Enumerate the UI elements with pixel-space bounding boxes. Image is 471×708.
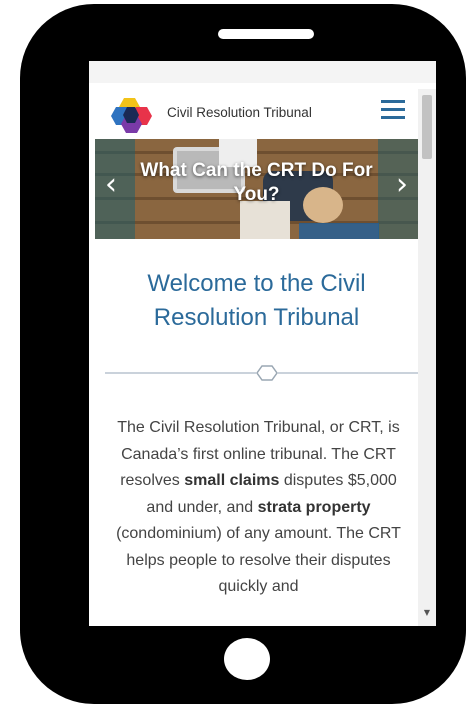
phone-home-button xyxy=(224,638,270,680)
scrollbar-thumb[interactable] xyxy=(422,95,432,159)
phone-frame: Civil Resolution Tribunal What Can the C… xyxy=(20,4,466,704)
phone-speaker xyxy=(218,29,314,39)
chevron-left-icon[interactable]: ‹ xyxy=(101,169,121,201)
browser-top-bar xyxy=(89,61,436,83)
intro-paragraph: The Civil Resolution Tribunal, or CRT, i… xyxy=(109,415,408,601)
menu-line xyxy=(381,108,405,111)
menu-line xyxy=(381,100,405,103)
hamburger-menu-icon[interactable] xyxy=(379,97,407,123)
site-name[interactable]: Civil Resolution Tribunal xyxy=(167,97,312,129)
hero-carousel[interactable]: What Can the CRT Do For You? ‹ › xyxy=(95,139,418,239)
crt-logo[interactable] xyxy=(111,97,157,133)
menu-line xyxy=(381,116,405,119)
hero-title: What Can the CRT Do For You? xyxy=(140,160,373,205)
scroll-down-arrow-icon[interactable]: ▼ xyxy=(422,608,432,618)
welcome-heading: Welcome to the Civil Resolution Tribunal xyxy=(147,270,366,331)
strata-property-text: strata property xyxy=(257,498,371,516)
phone-screen: Civil Resolution Tribunal What Can the C… xyxy=(89,61,436,626)
small-claims-text: small claims xyxy=(184,472,280,489)
page-content: Civil Resolution Tribunal What Can the C… xyxy=(95,89,418,626)
chevron-right-icon[interactable]: › xyxy=(392,169,412,201)
site-header: Civil Resolution Tribunal xyxy=(95,89,418,139)
section-divider xyxy=(105,365,418,381)
intro-text: (condominium) of any amount. The CRT hel… xyxy=(116,525,401,595)
page-scrollbar[interactable]: ▼ xyxy=(418,89,436,626)
